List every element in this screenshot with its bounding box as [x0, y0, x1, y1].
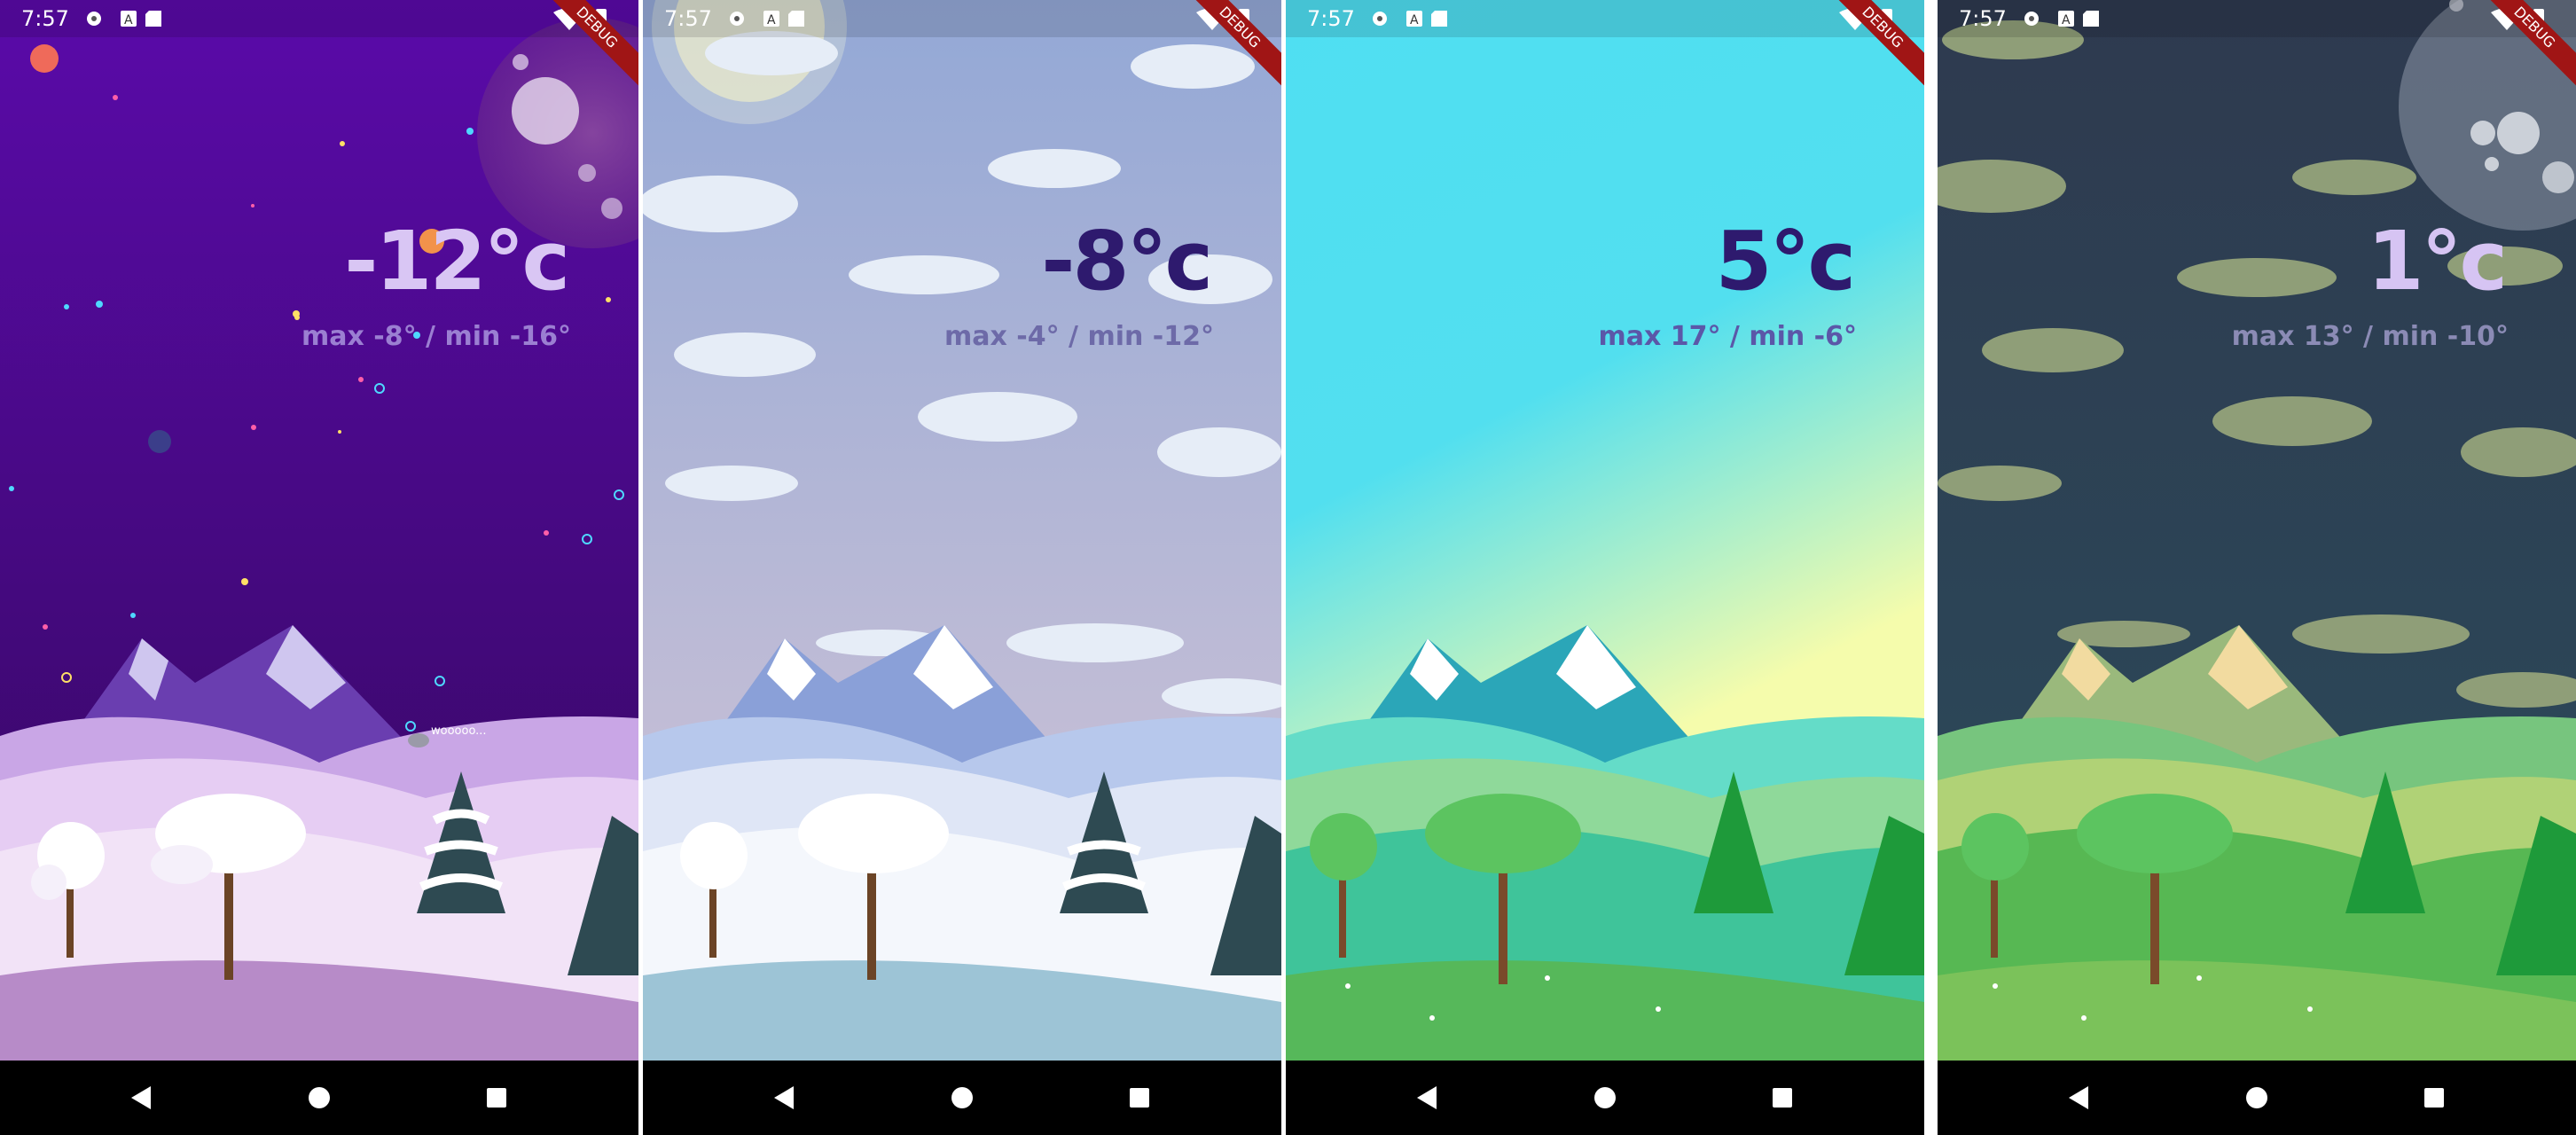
svg-text:A: A	[124, 13, 133, 27]
status-bar: 7:57 A DEBUG	[1938, 0, 2576, 96]
weather-scene	[1938, 0, 2576, 1061]
planet-icon	[148, 430, 171, 453]
back-icon[interactable]	[1390, 1061, 1465, 1135]
phone-screen-summer-night: 7:57 A DEBUG 1°c max 13° / min -10°	[1938, 0, 2576, 1135]
temperature-range: max 17° / min -6°	[1598, 321, 1857, 352]
home-icon[interactable]	[1568, 1061, 1642, 1135]
temperature: 1°c	[2367, 214, 2508, 309]
divider	[1924, 0, 1938, 1135]
a-notification-icon: A	[763, 11, 779, 27]
weather-scene: wooooo...	[0, 0, 638, 1061]
sd-card-icon	[145, 11, 161, 27]
settings-icon	[87, 12, 101, 26]
a-notification-icon: A	[1406, 11, 1422, 27]
weather-scene	[1286, 0, 1924, 1061]
recents-icon[interactable]	[459, 1061, 534, 1135]
status-left-icons: A	[730, 11, 804, 27]
settings-icon	[2024, 12, 2039, 26]
navigation-bar	[1286, 1061, 1924, 1135]
status-left-icons: A	[87, 11, 161, 27]
a-notification-icon: A	[2058, 11, 2074, 27]
screenshot-collage: wooooo... 7:57 A DEBUG -12°c max -8° / m…	[0, 0, 2576, 1135]
status-bar: 7:57 A DEBUG	[0, 0, 638, 96]
temperature-range: max -4° / min -12°	[943, 321, 1214, 352]
weather-scene	[643, 0, 1281, 1061]
status-left-icons: A	[1373, 11, 1447, 27]
status-left-icons: A	[2024, 11, 2099, 27]
svg-text:A: A	[1410, 13, 1419, 27]
status-time: 7:57	[1959, 6, 2007, 31]
settings-icon	[1373, 12, 1387, 26]
sd-card-icon	[1431, 11, 1447, 27]
status-bar: 7:57 A DEBUG	[643, 0, 1281, 96]
temperature: 5°c	[1715, 214, 1856, 309]
temperature-range: max 13° / min -10°	[2231, 321, 2509, 352]
home-icon[interactable]	[282, 1061, 356, 1135]
status-time: 7:57	[664, 6, 712, 31]
phone-screen-winter-day: 7:57 A DEBUG -8°c max -4° / min -12°	[643, 0, 1281, 1135]
settings-icon	[730, 12, 744, 26]
status-time: 7:57	[1307, 6, 1355, 31]
sd-card-icon	[2083, 11, 2099, 27]
recents-icon[interactable]	[1102, 1061, 1177, 1135]
svg-text:A: A	[767, 13, 776, 27]
phone-screen-winter-night: wooooo... 7:57 A DEBUG -12°c max -8° / m…	[0, 0, 638, 1135]
sd-card-icon	[788, 11, 804, 27]
back-icon[interactable]	[2042, 1061, 2117, 1135]
status-time: 7:57	[21, 6, 69, 31]
recents-icon[interactable]	[2397, 1061, 2471, 1135]
svg-text:A: A	[2062, 13, 2071, 27]
back-icon[interactable]	[748, 1061, 822, 1135]
temperature: -12°c	[344, 214, 570, 309]
a-notification-icon: A	[121, 11, 137, 27]
temperature: -8°c	[1041, 214, 1213, 309]
home-icon[interactable]	[2220, 1061, 2294, 1135]
home-icon[interactable]	[925, 1061, 999, 1135]
navigation-bar	[0, 1061, 638, 1135]
status-bar: 7:57 A DEBUG	[1286, 0, 1924, 96]
navigation-bar	[643, 1061, 1281, 1135]
back-icon[interactable]	[105, 1061, 179, 1135]
phone-screen-summer-day: 7:57 A DEBUG 5°c max 17° / min -6°	[1286, 0, 1924, 1135]
ufo-label: wooooo...	[431, 724, 487, 738]
temperature-range: max -8° / min -16°	[301, 321, 571, 352]
planet-icon	[30, 44, 59, 73]
navigation-bar	[1938, 1061, 2576, 1135]
recents-icon[interactable]	[1745, 1061, 1820, 1135]
